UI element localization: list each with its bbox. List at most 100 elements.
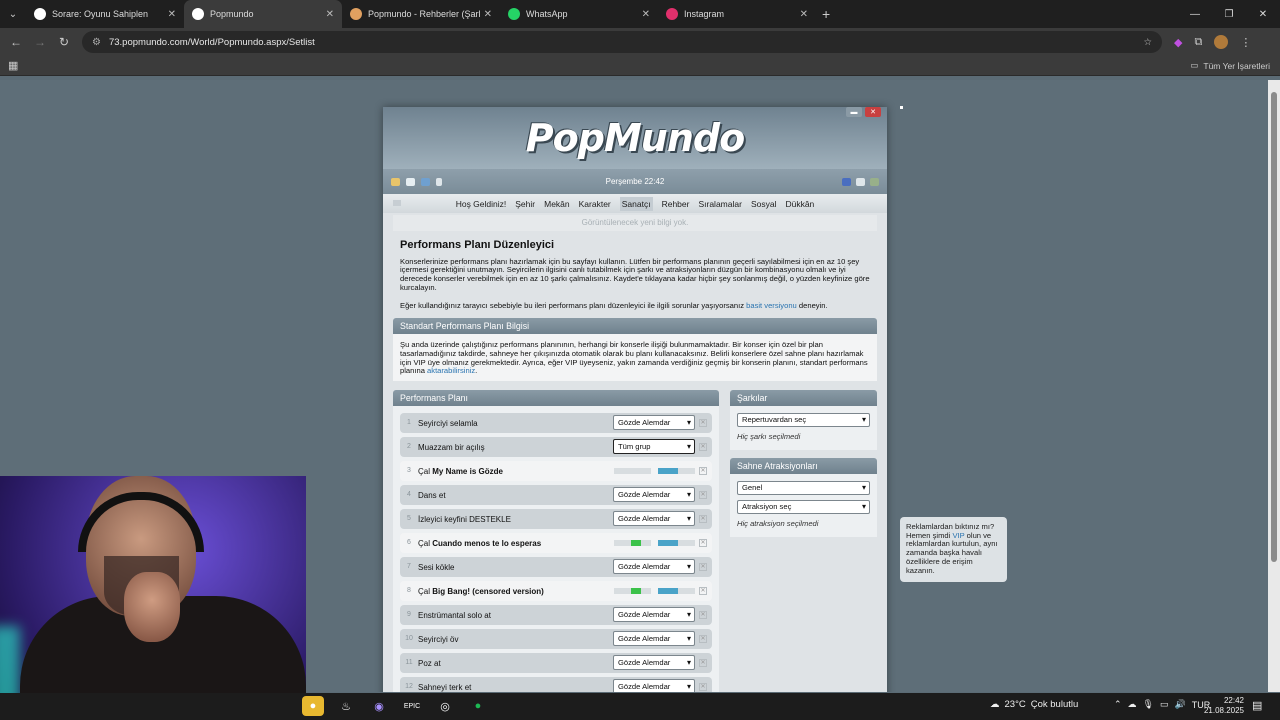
plan-row[interactable]: 2 Muazzam bir açılış Tüm grup ✕ — [400, 437, 712, 458]
menu-item[interactable]: Hoş Geldiniz! — [456, 199, 507, 209]
scrollbar-thumb[interactable] — [1271, 92, 1277, 562]
simple-version-link[interactable]: basit versiyonu — [746, 301, 797, 310]
apps-grid-icon[interactable]: ▦ — [8, 59, 18, 72]
minimize-popup-icon[interactable]: ▬ — [846, 107, 862, 117]
performer-select[interactable]: Gözde Alemdar — [613, 607, 695, 623]
spotify-icon[interactable]: ● — [467, 696, 489, 716]
performer-select[interactable]: Gözde Alemdar — [613, 679, 695, 692]
page-scrollbar[interactable] — [1268, 80, 1280, 692]
close-window-icon[interactable]: ✕ — [1246, 0, 1280, 28]
performer-select[interactable]: Tüm grup — [613, 439, 695, 455]
row-label: İzleyici keyfini DESTEKLE — [418, 514, 511, 524]
obs-icon[interactable]: ◎ — [434, 696, 456, 716]
remove-row-icon[interactable]: ✕ — [699, 419, 707, 428]
remove-row-icon[interactable]: ✕ — [699, 611, 707, 620]
plan-row[interactable]: 12 Sahneyi terk et Gözde Alemdar ✕ — [400, 677, 712, 692]
performer-select[interactable]: Gözde Alemdar — [613, 487, 695, 503]
browser-tab[interactable]: Instagram ✕ — [658, 0, 816, 28]
weather-widget[interactable]: ☁ 23°C Çok bulutlu — [990, 699, 1078, 710]
plan-row[interactable]: 10 Seyirciyi öv Gözde Alemdar ✕ — [400, 629, 712, 650]
back-icon[interactable]: ← — [4, 35, 28, 49]
remove-row-icon[interactable]: ✕ — [699, 659, 707, 668]
plan-row[interactable]: 4 Dans et Gözde Alemdar ✕ — [400, 485, 712, 506]
forward-icon[interactable]: → — [28, 35, 52, 49]
tab-favicon-icon — [508, 8, 520, 20]
clock[interactable]: 22:42 21.08.2025 — [1200, 696, 1244, 716]
notification-icon[interactable]: ▤ — [1252, 699, 1262, 712]
performer-select[interactable]: Gözde Alemdar — [613, 511, 695, 527]
song-rating-bars — [614, 588, 695, 595]
attraction-category-select[interactable]: Genel — [737, 480, 870, 495]
tab-close-icon[interactable]: ✕ — [326, 9, 334, 20]
tab-close-icon[interactable]: ✕ — [800, 9, 808, 20]
remove-row-icon[interactable]: ✕ — [699, 443, 707, 452]
all-bookmarks-button[interactable]: ▭ Tüm Yer İşaretleri — [1190, 60, 1270, 71]
remove-row-icon[interactable]: ✕ — [699, 563, 707, 572]
menu-item[interactable]: Sanatçı — [619, 196, 653, 211]
remove-row-icon[interactable]: ✕ — [699, 587, 707, 596]
new-tab-icon[interactable]: + — [822, 6, 830, 22]
tab-search-icon[interactable]: ⌄ — [0, 0, 26, 28]
menu-item[interactable]: Rehber — [662, 199, 690, 209]
plan-row[interactable]: 1 Seyirciyi selamla Gözde Alemdar ✕ — [400, 413, 712, 434]
tab-close-icon[interactable]: ✕ — [168, 9, 176, 20]
performer-select[interactable]: Gözde Alemdar — [613, 655, 695, 671]
menu-item[interactable]: Sosyal — [751, 199, 777, 209]
menu-item[interactable]: Şehir — [515, 199, 535, 209]
extension-icon[interactable]: ◆ — [1174, 36, 1182, 49]
microphone-icon[interactable]: 🎙 — [1143, 699, 1154, 710]
plan-row[interactable]: 3 Çal My Name is Gözde ✕ — [400, 461, 712, 482]
remove-row-icon[interactable]: ✕ — [699, 491, 707, 500]
minimize-icon[interactable]: — — [1178, 0, 1212, 28]
vip-ad: Reklamlardan bıktınız mı? Hemen şimdi VI… — [900, 517, 1007, 582]
bookmark-star-icon[interactable]: ☆ — [1143, 37, 1152, 48]
remove-row-icon[interactable]: ✕ — [699, 635, 707, 644]
volume-icon[interactable]: 🔊 — [1175, 699, 1186, 710]
browser-tab[interactable]: Popmundo ✕ — [184, 0, 342, 28]
remove-row-icon[interactable]: ✕ — [699, 539, 707, 548]
performer-select[interactable]: Gözde Alemdar — [613, 559, 695, 575]
chrome-icon[interactable]: ● — [302, 696, 324, 716]
plan-row[interactable]: 11 Poz at Gözde Alemdar ✕ — [400, 653, 712, 674]
plan-row[interactable]: 8 Çal Big Bang! (censored version) ✕ — [400, 581, 712, 602]
menu-item[interactable]: Karakter — [579, 199, 611, 209]
status-bar: Perşembe 22:42 — [383, 169, 887, 194]
discord-icon[interactable]: ◉ — [368, 696, 390, 716]
plan-row[interactable]: 5 İzleyici keyfini DESTEKLE Gözde Alemdar ✕ — [400, 509, 712, 530]
menu-item[interactable]: Sıralamalar — [698, 199, 741, 209]
browser-tab[interactable]: Sorare: Oyunu Sahiplen ✕ — [26, 0, 184, 28]
tab-close-icon[interactable]: ✕ — [642, 9, 650, 20]
vip-link[interactable]: VIP — [952, 531, 964, 540]
temperature: 23°C — [1004, 699, 1026, 710]
steam-icon[interactable]: ♨ — [335, 696, 357, 716]
plan-row[interactable]: 9 Enstrümantal solo at Gözde Alemdar ✕ — [400, 605, 712, 626]
remove-row-icon[interactable]: ✕ — [699, 683, 707, 692]
menu-toggle-icon[interactable] — [393, 200, 401, 206]
menu-item[interactable]: Mekân — [544, 199, 570, 209]
epic-games-icon[interactable]: EPIC — [401, 696, 423, 716]
network-icon[interactable]: ▭ — [1160, 699, 1169, 710]
menu-item[interactable]: Dükkân — [785, 199, 814, 209]
tray-overflow-icon[interactable]: ⌃ — [1114, 699, 1122, 710]
site-info-icon[interactable]: ⚙ — [92, 37, 101, 48]
repertoire-select[interactable]: Repertuvardan seç — [737, 413, 870, 428]
extensions-puzzle-icon[interactable]: ⧉ — [1194, 36, 1202, 49]
restore-icon[interactable]: ❐ — [1212, 0, 1246, 28]
transfer-link[interactable]: aktarabilirsiniz — [427, 366, 475, 376]
performer-select[interactable]: Gözde Alemdar — [613, 631, 695, 647]
url-input[interactable]: ⚙ 73.popmundo.com/World/Popmundo.aspx/Se… — [82, 31, 1162, 53]
profile-avatar[interactable] — [1214, 35, 1229, 49]
tab-close-icon[interactable]: ✕ — [484, 9, 492, 20]
plan-row[interactable]: 7 Sesi kökle Gözde Alemdar ✕ — [400, 557, 712, 578]
attraction-select[interactable]: Atraksiyon seç — [737, 499, 870, 514]
performer-select[interactable]: Gözde Alemdar — [613, 415, 695, 431]
remove-row-icon[interactable]: ✕ — [699, 515, 707, 524]
reload-icon[interactable]: ↻ — [52, 35, 76, 49]
browser-tab[interactable]: Popmundo - Rehberler (Şarkı B ✕ — [342, 0, 500, 28]
plan-row[interactable]: 6 Çal Cuando menos te lo esperas ✕ — [400, 533, 712, 554]
remove-row-icon[interactable]: ✕ — [699, 467, 707, 476]
close-popup-icon[interactable]: ✕ — [865, 107, 881, 117]
cloud-sync-icon[interactable]: ☁ — [1128, 699, 1137, 710]
browser-tab[interactable]: WhatsApp ✕ — [500, 0, 658, 28]
browser-menu-icon[interactable]: ⋮ — [1240, 36, 1251, 49]
